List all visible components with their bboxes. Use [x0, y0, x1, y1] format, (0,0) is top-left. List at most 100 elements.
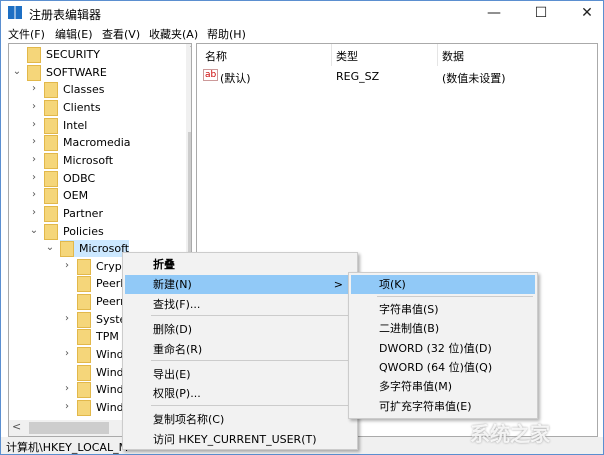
tree-node[interactable]: Microsoft: [44, 152, 113, 169]
value-row-default[interactable]: ab (默认) REG_SZ (数值未设置): [203, 68, 593, 85]
context-menu-item[interactable]: 访问 HKEY_CURRENT_USER(T): [125, 430, 355, 449]
folder-icon: [27, 64, 41, 81]
folder-icon: [44, 205, 58, 222]
tree-node[interactable]: Policies: [44, 223, 104, 240]
submenu-item[interactable]: 二进制值(B): [351, 319, 535, 338]
context-menu-item[interactable]: 权限(P)...: [125, 384, 355, 403]
minimize-button[interactable]: —: [479, 3, 509, 23]
tree-node[interactable]: Intel: [44, 117, 87, 134]
tree-node-label: Wind: [96, 365, 124, 379]
menu-item-label: 访问 HKEY_CURRENT_USER(T): [153, 433, 317, 446]
chevron-right-icon[interactable]: ›: [29, 172, 39, 183]
menu-edit[interactable]: 编辑(E): [55, 26, 93, 42]
context-menu-item[interactable]: 重命名(R): [125, 340, 355, 359]
new-submenu: 项(K) 字符串值(S) 二进制值(B) DWORD (32 位)值(D) QWORD …: [348, 272, 538, 419]
tree-node[interactable]: Wind: [77, 381, 124, 399]
regedit-app-icon: [8, 6, 22, 19]
tree-node-label: Intel: [63, 118, 88, 132]
maximize-button[interactable]: ☐: [526, 3, 556, 23]
tree-node-label: SOFTWARE: [46, 65, 107, 79]
menu-item-label: 复制项名称(C): [153, 413, 225, 426]
context-menu-item[interactable]: 折叠: [125, 255, 355, 274]
tree-node[interactable]: Macromedia: [44, 134, 131, 152]
tree-node[interactable]: PeerD: [77, 275, 129, 293]
menu-item-label: 删除(D): [153, 323, 193, 336]
menu-separator: [151, 405, 353, 406]
close-button[interactable]: ✕: [572, 3, 602, 23]
folder-icon: [77, 382, 91, 399]
chevron-right-icon[interactable]: ›: [62, 401, 72, 412]
column-divider: [331, 44, 332, 66]
context-menu: 折叠 新建(N) > 查找(F)... 删除(D) 重命名(R) 导出(E) 权限(P)...…: [122, 252, 358, 450]
chevron-right-icon[interactable]: ›: [62, 313, 72, 324]
submenu-item[interactable]: 多字符串值(M): [351, 377, 535, 396]
folder-icon: [44, 223, 58, 240]
tree-node[interactable]: SOFTWARE: [27, 64, 107, 81]
submenu-item[interactable]: 字符串值(S): [351, 300, 535, 319]
chevron-right-icon[interactable]: ›: [29, 189, 39, 200]
column-header-type[interactable]: 类型: [336, 48, 358, 64]
chevron-right-icon[interactable]: ›: [29, 154, 39, 165]
tree-node[interactable]: Crypt: [77, 258, 126, 275]
tree-node[interactable]: Wind: [77, 346, 124, 364]
tree-node[interactable]: Peerr: [77, 293, 125, 311]
tree-node[interactable]: Partner: [44, 205, 103, 222]
context-menu-item[interactable]: 新建(N) >: [125, 275, 355, 294]
column-header-data[interactable]: 数据: [442, 48, 464, 64]
chevron-right-icon[interactable]: ›: [29, 101, 39, 112]
menu-file[interactable]: 文件(F): [8, 26, 45, 42]
tree-node[interactable]: Microsoft: [60, 240, 130, 258]
submenu-item[interactable]: 可扩充字符串值(E): [351, 397, 535, 416]
chevron-right-icon[interactable]: ›: [29, 83, 39, 94]
chevron-down-icon[interactable]: ⌄: [12, 66, 22, 77]
folder-icon: [44, 117, 58, 134]
column-header-name[interactable]: 名称: [205, 48, 227, 64]
submenu-item[interactable]: DWORD (32 位)值(D): [351, 339, 535, 358]
tree-node[interactable]: TPM: [77, 328, 119, 346]
menu-item-label: 重命名(R): [153, 343, 203, 356]
submenu-item[interactable]: QWORD (64 位)值(Q): [351, 358, 535, 377]
context-menu-item[interactable]: 导出(E): [125, 365, 355, 384]
tree-node[interactable]: Wind: [77, 399, 124, 416]
tree-node-label: ODBC: [63, 171, 96, 185]
folder-icon: [77, 347, 91, 364]
menu-help[interactable]: 帮助(H): [207, 26, 246, 42]
tree-node-label: Classes: [63, 83, 105, 97]
menu-separator: [377, 296, 533, 297]
tree-node[interactable]: OEM: [44, 187, 88, 205]
chevron-right-icon[interactable]: ›: [62, 260, 72, 271]
folder-icon: [77, 294, 91, 311]
menu-view[interactable]: 查看(V): [102, 26, 140, 42]
menu-separator: [151, 360, 353, 361]
context-menu-item[interactable]: 删除(D): [125, 320, 355, 339]
window-title: 注册表编辑器: [29, 8, 102, 22]
tree-node[interactable]: Wind: [77, 364, 124, 381]
context-menu-item[interactable]: 查找(F)...: [125, 295, 355, 314]
chevron-right-icon[interactable]: ›: [29, 119, 39, 130]
tree-node[interactable]: SECURITY: [27, 46, 100, 63]
chevron-down-icon[interactable]: ⌄: [29, 225, 39, 236]
chevron-right-icon[interactable]: ›: [62, 383, 72, 394]
tree-node[interactable]: Clients: [44, 99, 101, 116]
folder-icon: [44, 170, 58, 187]
chevron-right-icon[interactable]: ›: [62, 348, 72, 359]
submenu-item[interactable]: 项(K): [351, 275, 535, 294]
menu-item-label: 新建(N): [153, 278, 192, 291]
tree-node-label: Peerr: [96, 295, 125, 309]
title-bar: 注册表编辑器 — ☐ ✕: [1, 1, 603, 24]
menu-item-label: 导出(E): [153, 368, 191, 381]
folder-icon: [77, 400, 91, 416]
value-data: (数值未设置): [442, 72, 506, 85]
tree-node[interactable]: Classes: [44, 81, 105, 99]
chevron-right-icon[interactable]: ›: [29, 136, 39, 147]
folder-icon: [60, 241, 74, 258]
chevron-right-icon[interactable]: ›: [29, 207, 39, 218]
menu-favorites[interactable]: 收藏夹(A): [149, 26, 198, 42]
tree-node[interactable]: ODBC: [44, 170, 95, 187]
folder-icon: [77, 364, 91, 381]
folder-icon: [44, 99, 58, 116]
tree-node[interactable]: Syste: [77, 311, 126, 328]
menu-item-label: 查找(F)...: [153, 298, 201, 311]
chevron-down-icon[interactable]: ⌄: [45, 242, 55, 253]
context-menu-item[interactable]: 复制项名称(C): [125, 410, 355, 429]
